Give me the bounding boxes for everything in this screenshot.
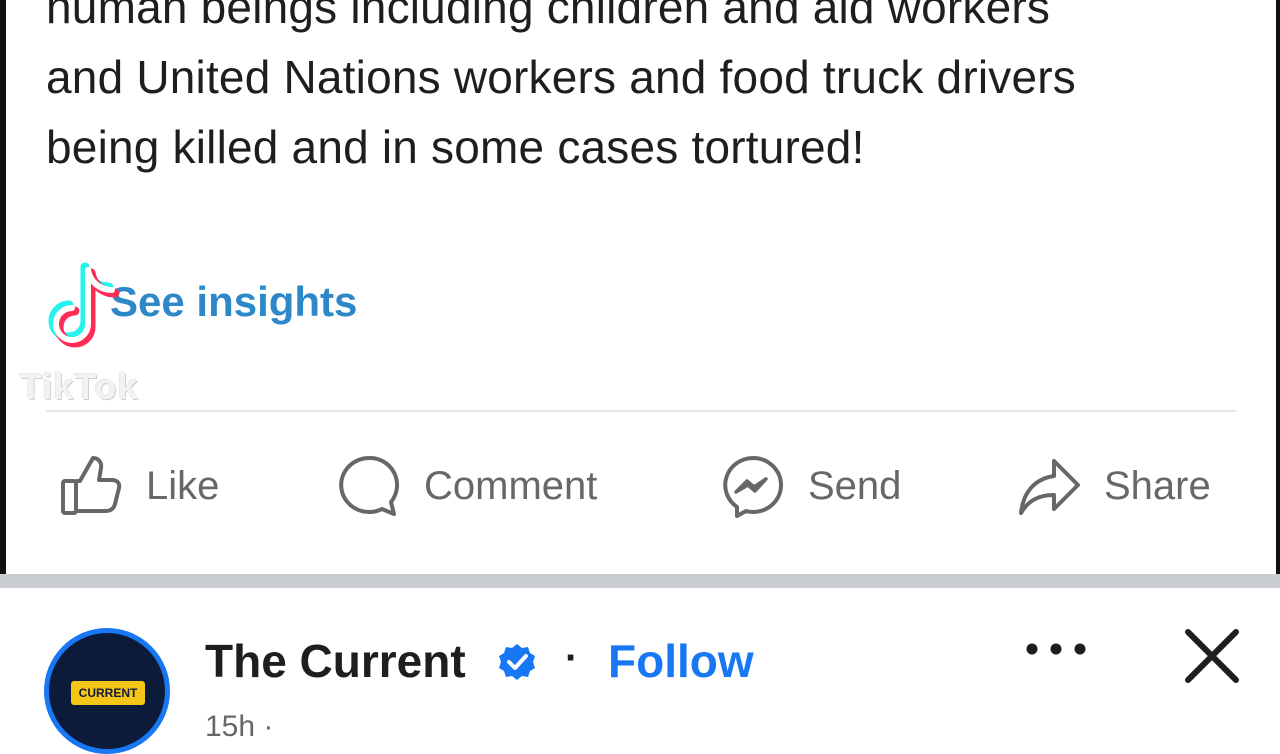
feed-separator — [0, 574, 1280, 588]
tiktok-watermark-text: TikTok — [20, 366, 139, 407]
share-arrow-icon — [1019, 459, 1080, 515]
close-icon[interactable] — [1182, 626, 1242, 686]
avatar[interactable]: CURRENT — [44, 628, 170, 754]
tiktok-logo-icon — [48, 262, 120, 348]
post-text-line: being killed and in some cases tortured! — [46, 121, 865, 173]
send-label: Send — [808, 463, 902, 508]
like-button[interactable]: Like — [58, 450, 219, 522]
comment-label: Comment — [424, 463, 598, 508]
share-label: Share — [1104, 463, 1211, 508]
post-body-text: human beings including children and aid … — [46, 0, 1246, 182]
post-text-line: human beings including children and aid … — [46, 0, 1051, 33]
post-text-line: and United Nations workers and food truc… — [46, 51, 1076, 103]
next-post-header: CURRENT The Current · Follow 15h · — [0, 588, 1280, 754]
send-button[interactable]: Send — [720, 450, 901, 522]
post-timestamp: 15h · — [205, 710, 274, 743]
post-divider — [46, 410, 1236, 412]
post-action-bar: Like Comment Send Share — [0, 450, 1280, 522]
separator-dot: · — [565, 636, 579, 680]
avatar-logo-text: CURRENT — [71, 681, 145, 705]
thumbs-up-icon — [61, 456, 122, 515]
page-name[interactable]: The Current — [205, 634, 466, 688]
like-label: Like — [146, 463, 220, 508]
more-options-icon[interactable] — [1024, 634, 1088, 664]
verified-badge-icon — [499, 644, 535, 680]
comment-bubble-icon — [339, 455, 399, 516]
see-insights-link[interactable]: See insights — [110, 278, 357, 326]
follow-button[interactable]: Follow — [608, 634, 754, 688]
messenger-icon — [723, 456, 783, 518]
share-button[interactable]: Share — [1016, 450, 1211, 522]
comment-button[interactable]: Comment — [336, 450, 597, 522]
